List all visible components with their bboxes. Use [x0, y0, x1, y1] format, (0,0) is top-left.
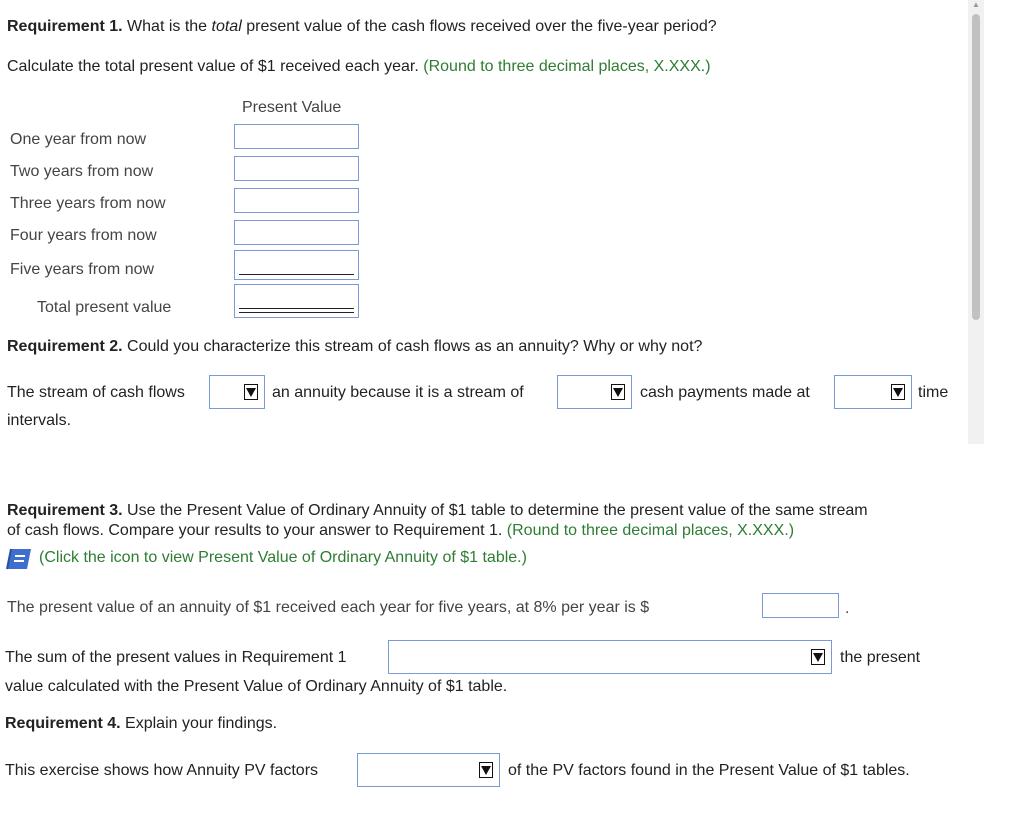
req2-sentence-part2: an annuity because it is a stream of: [272, 384, 524, 401]
req3-line2-text: of cash flows. Compare your results to y…: [7, 522, 503, 539]
req4-question-text: Explain your findings.: [120, 715, 278, 732]
pv-annuity-input[interactable]: [762, 593, 839, 618]
req2-sentence-part4: time: [918, 384, 949, 401]
req1-instruction-line: Calculate the total present value of $1 …: [7, 58, 711, 76]
req1-q-italic: total: [211, 18, 242, 35]
total-pv-label: Total present value: [37, 299, 172, 316]
pv-year5-input[interactable]: [234, 250, 359, 280]
row-label-year4: Four years from now: [10, 227, 157, 244]
scrollbar-thumb[interactable]: [972, 14, 980, 320]
row-label-year2: Two years from now: [10, 163, 154, 180]
req2-sentence-part5: intervals.: [7, 412, 72, 429]
row-label-year3: Three years from now: [10, 195, 166, 212]
req2-annuity-select[interactable]: [209, 375, 265, 409]
annuity-table-link[interactable]: (Click the icon to view Present Value of…: [39, 549, 527, 567]
sum-comparison-select[interactable]: [388, 640, 832, 674]
req3-hint: (Round to three decimal places, X.XXX.): [506, 522, 795, 539]
req4-findings-select[interactable]: [357, 753, 500, 787]
pv-year2-input[interactable]: [234, 156, 359, 181]
req2-question-text: Could you characterize this stream of ca…: [122, 338, 703, 355]
req1-heading: Requirement 1.: [7, 18, 123, 35]
book-icon[interactable]: [5, 547, 35, 571]
scroll-up-icon[interactable]: ▲: [972, 0, 980, 10]
req1-question: Requirement 1. What is the total present…: [7, 18, 717, 36]
req2-sentence-part1: The stream of cash flows: [7, 384, 185, 401]
chevron-down-icon: [611, 384, 625, 400]
sum-sentence-part2: the present: [840, 649, 921, 666]
chevron-down-icon: [811, 649, 825, 665]
req2-payment-type-select[interactable]: [557, 375, 632, 409]
req4-question: Requirement 4. Explain your findings.: [5, 715, 277, 733]
pv-year1-input[interactable]: [234, 124, 359, 149]
req3-line1-text: Use the Present Value of Ordinary Annuit…: [122, 502, 868, 519]
pv-year3-input[interactable]: [234, 188, 359, 213]
present-value-header: Present Value: [242, 99, 342, 116]
req4-sentence-part2: of the PV factors found in the Present V…: [508, 762, 910, 779]
req2-interval-select[interactable]: [834, 375, 912, 409]
sum-sentence-part3: value calculated with the Present Value …: [5, 678, 508, 695]
req3-line2: of cash flows. Compare your results to y…: [7, 522, 794, 540]
chevron-down-icon: [244, 384, 258, 400]
row-label-year5: Five years from now: [10, 261, 155, 278]
req4-heading: Requirement 4.: [5, 715, 121, 732]
req4-sentence-part1: This exercise shows how Annuity PV facto…: [5, 762, 319, 779]
req2-sentence-part3: cash payments made at: [640, 384, 810, 401]
req3-line1: Requirement 3. Use the Present Value of …: [7, 502, 868, 520]
req1-q-part1: What is the: [122, 18, 212, 35]
req2-heading: Requirement 2.: [7, 338, 123, 355]
req2-question: Requirement 2. Could you characterize th…: [7, 338, 702, 356]
pv-year4-input[interactable]: [234, 220, 359, 245]
pv-annuity-period: .: [845, 600, 850, 617]
req1-q-part2: present value of the cash flows received…: [241, 18, 717, 35]
sum-sentence-part1: The sum of the present values in Require…: [5, 649, 347, 666]
chevron-down-icon: [479, 762, 493, 778]
total-pv-input[interactable]: [234, 284, 359, 318]
row-label-year1: One year from now: [10, 131, 147, 148]
req3-heading: Requirement 3.: [7, 502, 123, 519]
req1-instruction: Calculate the total present value of $1 …: [7, 58, 419, 75]
pv-annuity-sentence: The present value of an annuity of $1 re…: [7, 599, 650, 616]
chevron-down-icon: [891, 384, 905, 400]
req1-hint: (Round to three decimal places, X.XXX.): [423, 58, 711, 75]
